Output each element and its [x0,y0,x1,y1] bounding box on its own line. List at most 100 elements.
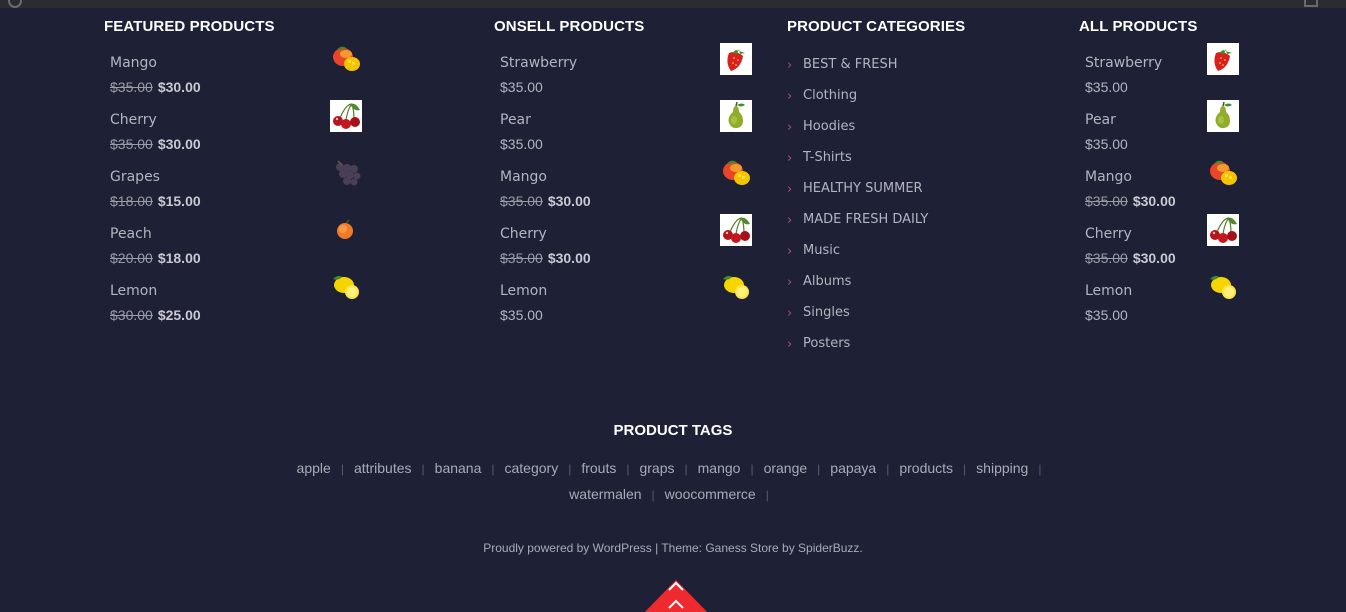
product-categories-widget: PRODUCT CATEGORIES [787,18,965,35]
category-link[interactable]: › Singles [787,305,987,323]
regular-price: $35.00 [500,136,543,152]
product-item[interactable]: Cherry $35.00 $30.00 [500,214,752,276]
browser-top-bar [0,0,1346,8]
category-link[interactable]: › Music [787,243,987,261]
product-price: $35.00 [500,136,543,152]
product-price: $35.00 $30.00 [500,193,591,209]
tag-separator: | [340,462,344,476]
tag-separator: | [491,462,495,476]
strawberry-icon[interactable] [1207,43,1239,75]
lemon-icon[interactable] [1207,271,1239,303]
product-item[interactable]: Strawberry $35.00 [500,43,752,105]
category-link[interactable]: › Posters [787,336,987,354]
cherry-icon[interactable] [720,214,752,246]
product-item[interactable]: Strawberry $35.00 [1085,43,1239,105]
product-name-link[interactable]: Strawberry [500,55,577,71]
category-label: BEST & FRESH [803,57,898,72]
product-item[interactable]: Cherry $35.00 $30.00 [110,100,362,162]
product-item[interactable]: Lemon $35.00 [500,275,752,333]
product-name-link[interactable]: Grapes [110,169,160,185]
product-name-link[interactable]: Cherry [1085,226,1132,242]
product-name-link[interactable]: Peach [110,226,152,242]
mango-icon[interactable] [720,157,752,189]
chevron-right-icon: › [787,151,793,166]
back-to-top-button[interactable] [641,578,711,612]
product-item[interactable]: Mango $35.00 $30.00 [500,160,752,219]
chevron-right-icon: › [787,306,793,321]
product-name-link[interactable]: Pear [1085,112,1116,128]
peach-icon[interactable] [330,214,362,246]
category-label: HEALTHY SUMMER [803,181,923,196]
sale-price: $30.00 [1132,193,1176,209]
product-name-link[interactable]: Cherry [500,226,547,242]
lemon-icon[interactable] [330,271,362,303]
product-item[interactable]: Pear $35.00 [1085,100,1239,162]
tag-separator: | [886,462,890,476]
browser-window-icon [1304,0,1318,7]
pear-icon[interactable] [720,100,752,132]
mango-icon[interactable] [330,43,362,75]
cherry-icon[interactable] [330,100,362,132]
mango-icon[interactable] [1207,157,1239,189]
product-item[interactable]: Peach $20.00 $18.00 [110,219,362,276]
product-item[interactable]: Mango $35.00 $30.00 [110,46,362,105]
tag-link[interactable]: watermalen [569,486,641,502]
product-name-link[interactable]: Mango [500,169,547,185]
tag-separator: | [765,488,769,502]
tag-link[interactable]: mango [698,460,741,476]
tag-link[interactable]: graps [639,460,674,476]
product-price: $20.00 $18.00 [110,250,201,266]
strawberry-icon[interactable] [720,43,752,75]
old-price: $35.00 [500,193,543,209]
tag-link[interactable]: frouts [581,460,616,476]
category-link[interactable]: › T-Shirts [787,150,987,168]
old-price: $35.00 [1085,250,1128,266]
product-item[interactable]: Pear $35.00 [500,100,752,162]
product-name-link[interactable]: Mango [1085,169,1132,185]
tag-link[interactable]: attributes [354,460,412,476]
category-link[interactable]: › BEST & FRESH [787,57,987,75]
back-to-top-icon [644,580,708,612]
product-price: $35.00 [500,79,543,95]
category-link[interactable]: › HEALTHY SUMMER [787,181,987,199]
product-price: $35.00 [1085,79,1128,95]
product-name-link[interactable]: Pear [500,112,531,128]
product-item[interactable]: Lemon $35.00 [1085,275,1239,333]
tag-link[interactable]: products [899,460,953,476]
lemon-icon[interactable] [720,271,752,303]
sale-price: $18.00 [157,250,201,266]
product-name-link[interactable]: Lemon [110,283,157,299]
category-link[interactable]: › Albums [787,274,987,292]
product-name-link[interactable]: Lemon [500,283,547,299]
tag-link[interactable]: shipping [976,460,1028,476]
product-name-link[interactable]: Strawberry [1085,55,1162,71]
chevron-right-icon: › [787,337,793,352]
product-item[interactable]: Mango $35.00 $30.00 [1085,160,1239,219]
tag-link[interactable]: category [505,460,559,476]
category-link[interactable]: › MADE FRESH DAILY [787,212,987,230]
widget-title: ALL PRODUCTS [1079,18,1198,35]
product-tags-title: PRODUCT TAGS [613,422,733,439]
product-name-link[interactable]: Mango [110,55,157,71]
tag-separator: | [750,462,754,476]
onsell-products-widget: ONSELL PRODUCTS [494,18,644,35]
pear-icon[interactable] [1207,100,1239,132]
category-link[interactable]: › Clothing [787,88,987,106]
product-price: $35.00 $30.00 [110,79,201,95]
category-link[interactable]: › Hoodies [787,119,987,137]
tag-link[interactable]: orange [764,460,808,476]
cherry-icon[interactable] [1207,214,1239,246]
grapes-icon[interactable] [330,157,362,189]
tag-link[interactable]: apple [297,460,331,476]
product-name-link[interactable]: Lemon [1085,283,1132,299]
tag-link[interactable]: banana [435,460,482,476]
product-name-link[interactable]: Cherry [110,112,157,128]
tag-link[interactable]: woocommerce [665,486,756,502]
product-item[interactable]: Lemon $30.00 $25.00 [110,275,362,333]
widget-title: PRODUCT CATEGORIES [787,18,966,35]
chevron-right-icon: › [787,244,793,259]
product-price: $35.00 $30.00 [500,250,591,266]
product-item[interactable]: Cherry $35.00 $30.00 [1085,214,1239,276]
tag-link[interactable]: papaya [830,460,876,476]
product-item[interactable]: Grapes $18.00 $15.00 [110,160,362,219]
